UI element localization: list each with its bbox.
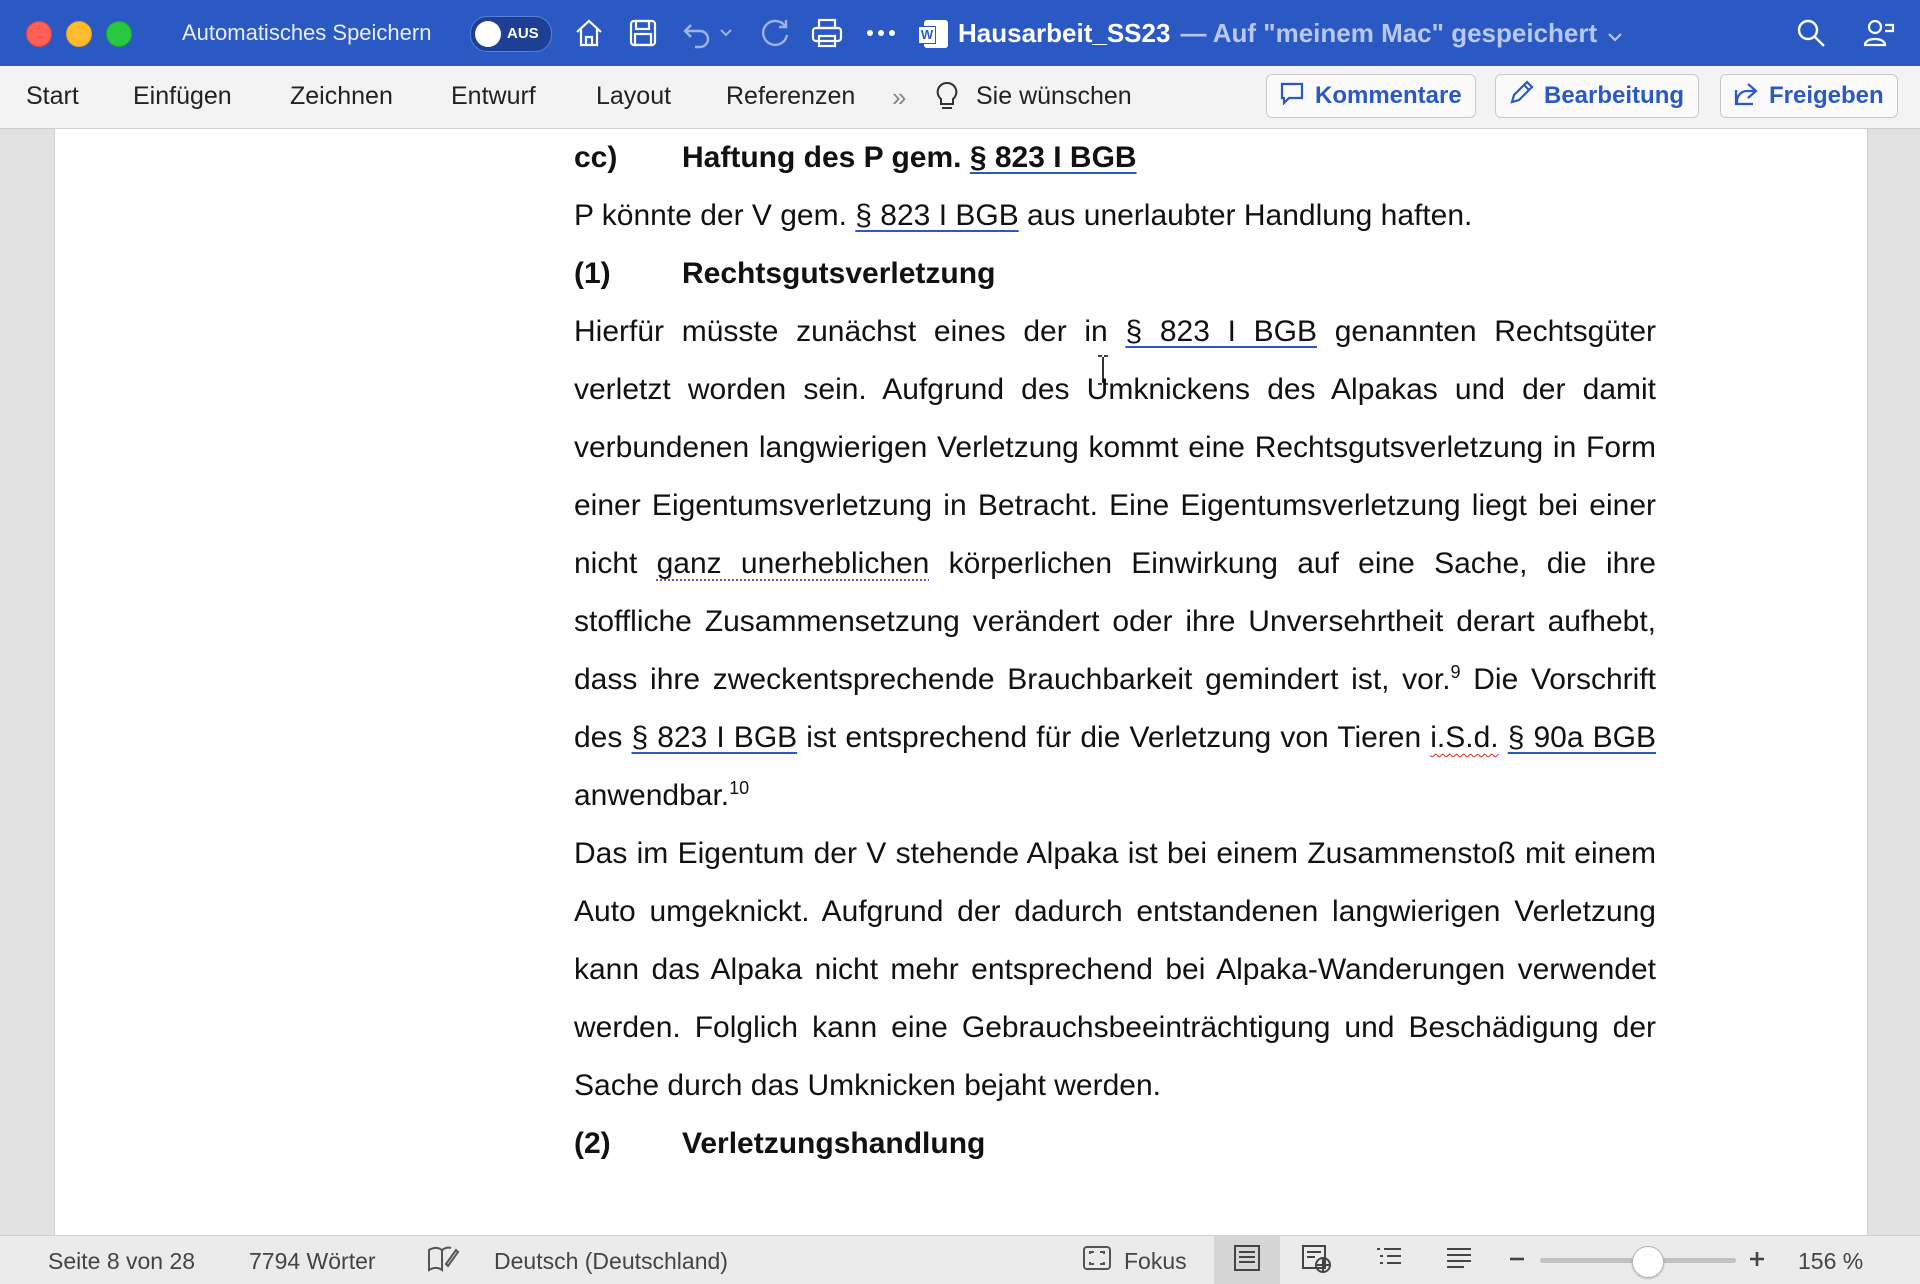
heading-number: cc) xyxy=(574,141,618,174)
lightbulb-icon xyxy=(934,80,960,117)
tab-layout[interactable]: Layout xyxy=(596,82,671,111)
heading-text: Haftung des P gem. § 823 I BGB xyxy=(682,129,1137,187)
text-run: aus unerlaubter Handlung haften. xyxy=(1018,199,1473,232)
heading-cc[interactable]: cc) Haftung des P gem. § 823 I BGB xyxy=(574,129,1656,187)
pencil-icon xyxy=(1508,79,1534,113)
draft-view-icon[interactable] xyxy=(1444,1244,1474,1278)
footnote-ref[interactable]: 10 xyxy=(729,778,749,798)
zoom-in-icon[interactable] xyxy=(1748,1248,1766,1275)
tab-referenzen[interactable]: Referenzen xyxy=(726,82,855,111)
home-icon[interactable] xyxy=(570,14,608,52)
more-options-icon[interactable] xyxy=(862,14,900,52)
autosave-toggle-label: AUS xyxy=(507,25,539,42)
focus-mode-label[interactable]: Fokus xyxy=(1124,1248,1187,1275)
toggle-knob xyxy=(475,21,501,47)
autosave-toggle[interactable]: AUS xyxy=(470,16,552,52)
comment-icon xyxy=(1279,81,1305,112)
heading-text: Rechtsgutsverletzung xyxy=(682,257,996,290)
citation-link[interactable]: § 823 I BGB xyxy=(631,721,797,754)
document-canvas[interactable]: cc) Haftung des P gem. § 823 I BGB P kön… xyxy=(0,129,1920,1235)
zoom-out-icon[interactable] xyxy=(1508,1248,1526,1275)
citation-link[interactable]: § 823 I BGB xyxy=(970,141,1137,174)
text-run: P könnte der V gem. xyxy=(574,199,856,232)
tab-einfuegen[interactable]: Einfügen xyxy=(133,82,232,111)
text-run: ist entsprechend für die Verletzung von … xyxy=(797,721,1431,754)
document-name: Hausarbeit_SS23 xyxy=(958,18,1171,48)
word-count[interactable]: 7794 Wörter xyxy=(249,1248,376,1275)
share-icon xyxy=(1733,80,1759,113)
grammar-flag[interactable]: ganz unerheblichen xyxy=(657,547,930,580)
editing-button-label: Bearbeitung xyxy=(1544,82,1685,109)
web-layout-view-icon[interactable] xyxy=(1300,1244,1332,1280)
focus-icon[interactable] xyxy=(1082,1244,1112,1278)
zoom-window-button[interactable] xyxy=(106,21,132,47)
share-button[interactable]: Freigeben xyxy=(1720,74,1898,118)
undo-icon[interactable] xyxy=(678,14,716,52)
heading-text: Verletzungshandlung xyxy=(682,1127,986,1160)
comments-button-label: Kommentare xyxy=(1315,82,1462,109)
citation-link[interactable]: § 823 I BGB xyxy=(1125,315,1317,348)
outline-view-icon[interactable] xyxy=(1374,1244,1404,1278)
tab-start[interactable]: Start xyxy=(26,82,79,111)
heading-rechtsgutsverletzung[interactable]: (1) Rechtsgutsverletzung xyxy=(574,245,1656,303)
footnote-ref[interactable]: 9 xyxy=(1451,662,1461,682)
undo-dropdown-icon[interactable] xyxy=(716,14,736,52)
redo-icon[interactable] xyxy=(756,14,794,52)
spelling-flag[interactable]: i.S.d. xyxy=(1430,721,1498,754)
text-run: anwendbar. xyxy=(574,779,730,812)
save-icon[interactable] xyxy=(624,14,662,52)
zoom-slider-handle[interactable] xyxy=(1632,1246,1664,1278)
paragraph-intro[interactable]: P könnte der V gem. § 823 I BGB aus uner… xyxy=(574,187,1656,245)
text-run: genannten Rechtsgüter verletzt worden se… xyxy=(574,315,1656,580)
document-body[interactable]: cc) Haftung des P gem. § 823 I BGB P kön… xyxy=(574,129,1656,1173)
status-bar: Seite 8 von 28 7794 Wörter Deutsch (Deut… xyxy=(0,1235,1920,1284)
more-tabs-chevron-icon[interactable]: » xyxy=(892,82,906,113)
close-window-button[interactable] xyxy=(26,21,52,47)
comments-button[interactable]: Kommentare xyxy=(1266,74,1476,118)
language-indicator[interactable]: Deutsch (Deutschland) xyxy=(494,1248,728,1275)
paragraph-subsumtion[interactable]: Das im Eigentum der V stehende Alpaka is… xyxy=(574,825,1656,1115)
paragraph-rechtsgut[interactable]: Hierfür müsste zunächst eines der in § 8… xyxy=(574,303,1656,825)
citation-link[interactable]: § 90a BGB xyxy=(1508,721,1656,754)
heading-number: (2) xyxy=(574,1127,611,1160)
heading-number: (1) xyxy=(574,257,611,290)
document-page[interactable]: cc) Haftung des P gem. § 823 I BGB P kön… xyxy=(54,129,1868,1235)
i-beam-cursor-icon xyxy=(1096,354,1110,386)
tab-zeichnen[interactable]: Zeichnen xyxy=(290,82,393,111)
ribbon-tab-bar: Start Einfügen Zeichnen Entwurf Layout R… xyxy=(0,66,1920,129)
autosave-label: Automatisches Speichern xyxy=(182,20,432,45)
tell-me-search[interactable]: Sie wünschen xyxy=(976,82,1132,111)
word-document-icon xyxy=(918,19,948,48)
print-layout-view-icon[interactable] xyxy=(1232,1244,1262,1278)
word-window: Automatisches Speichern AUS Hausarbeit xyxy=(0,0,1920,1284)
minimize-window-button[interactable] xyxy=(66,21,92,47)
page-count[interactable]: Seite 8 von 28 xyxy=(48,1248,195,1275)
text-run: Hierfür müsste zunächst eines der in xyxy=(574,315,1126,348)
search-icon[interactable] xyxy=(1792,14,1830,52)
citation-link[interactable]: § 823 I BGB xyxy=(855,199,1018,232)
print-icon[interactable] xyxy=(808,14,846,52)
document-title[interactable]: Hausarbeit_SS23 — Auf "meinem Mac" gespe… xyxy=(918,18,1623,49)
title-bar: Automatisches Speichern AUS Hausarbeit xyxy=(0,0,1920,66)
heading-verletzungshandlung[interactable]: (2) Verletzungshandlung xyxy=(574,1115,1656,1173)
save-location: — Auf "meinem Mac" gespeichert xyxy=(1180,18,1598,48)
heading-text-pre: Haftung des P gem. xyxy=(682,141,970,174)
tab-entwurf[interactable]: Entwurf xyxy=(451,82,536,111)
text-run xyxy=(1499,721,1508,754)
editing-mode-button[interactable]: Bearbeitung xyxy=(1495,74,1699,118)
proofing-icon[interactable] xyxy=(426,1244,460,1280)
zoom-level[interactable]: 156 % xyxy=(1798,1248,1863,1275)
account-icon[interactable] xyxy=(1860,14,1898,52)
chevron-down-icon xyxy=(1607,18,1623,49)
share-button-label: Freigeben xyxy=(1769,82,1884,109)
